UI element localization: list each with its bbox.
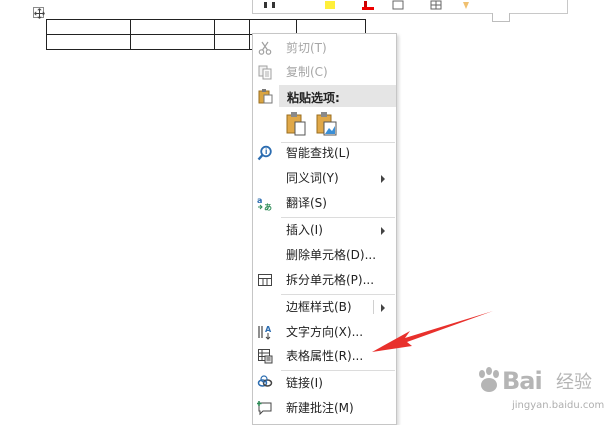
mini-toolbar: [252, 0, 568, 14]
table-insert-icon[interactable]: [429, 0, 443, 10]
menu-item-new-comment[interactable]: 新建批注(M): [253, 397, 396, 419]
menu-item-synonyms[interactable]: 同义词(Y): [253, 167, 396, 189]
paw-logo-icon: [479, 367, 499, 392]
text-direction-icon: A: [258, 325, 272, 340]
watermark-brand: Bai: [502, 367, 543, 395]
copy-icon: [258, 65, 272, 80]
split-cells-icon: [258, 274, 272, 286]
highlight-icon[interactable]: [323, 0, 337, 10]
table-cell[interactable]: [130, 19, 215, 35]
watermark-url: jingyan.baidu.com: [512, 400, 605, 411]
menu-item-label: 插入(I): [286, 223, 323, 237]
menu-item-delete-cells[interactable]: 删除单元格(D)...: [253, 244, 396, 266]
table-cell[interactable]: [46, 34, 131, 50]
menu-item-label: 复制(C): [286, 65, 328, 79]
menu-item-split-cells[interactable]: 拆分单元格(P)...: [253, 269, 396, 291]
scroll-indicator: [492, 13, 510, 22]
menu-item-text-direction[interactable]: A 文字方向(X)...: [253, 321, 396, 343]
comment-icon: [257, 401, 272, 416]
context-menu: 剪切(T) 复制(C) 粘贴选项: i 智能查找(L) 同义词(Y) a あ 翻…: [252, 33, 397, 425]
clipboard-icon: [258, 89, 273, 104]
submenu-arrow-icon: [381, 175, 385, 183]
menu-item-label: 剪切(T): [286, 41, 327, 55]
svg-text:a: a: [257, 196, 262, 205]
paste-options-header: 粘贴选项:: [279, 85, 396, 107]
paste-keep-text-icon[interactable]: [285, 111, 307, 137]
styles-icon[interactable]: [391, 0, 405, 10]
table-cell[interactable]: [46, 19, 131, 35]
paste-picture-icon[interactable]: [315, 111, 337, 137]
search-icon: i: [257, 145, 272, 161]
table-properties-icon: [258, 349, 273, 364]
link-icon: [257, 375, 273, 387]
menu-item-copy[interactable]: 复制(C): [253, 61, 396, 83]
split-divider: [373, 300, 374, 314]
menu-item-table-properties[interactable]: 表格属性(R)...: [253, 345, 396, 367]
menu-item-label: 文字方向(X)...: [286, 325, 364, 339]
menu-separator: [281, 217, 395, 218]
scissors-icon: [258, 41, 272, 55]
submenu-arrow-icon: [381, 227, 385, 235]
menu-item-smart-lookup[interactable]: i 智能查找(L): [253, 142, 396, 164]
menu-item-label: 拆分单元格(P)...: [286, 273, 375, 287]
shading-icon[interactable]: [459, 0, 473, 10]
svg-text:あ: あ: [264, 203, 272, 211]
menu-item-label: 删除单元格(D)...: [286, 248, 377, 262]
menu-item-cut[interactable]: 剪切(T): [253, 37, 396, 59]
baidu-watermark: Bai 经验 jingyan.baidu.com: [474, 362, 604, 418]
menu-item-link[interactable]: 链接(I): [253, 372, 396, 394]
menu-item-translate[interactable]: a あ 翻译(S): [253, 192, 396, 214]
menu-item-border-styles[interactable]: 边框样式(B): [253, 296, 396, 318]
menu-item-label: 翻译(S): [286, 196, 327, 210]
menu-separator: [281, 370, 395, 371]
font-color-icon[interactable]: [361, 0, 375, 10]
table-move-handle[interactable]: [33, 7, 45, 19]
svg-text:i: i: [265, 148, 267, 156]
menu-item-label: 表格属性(R)...: [286, 349, 364, 363]
menu-item-label: 新建批注(M): [286, 401, 354, 415]
menu-item-label: 同义词(Y): [286, 171, 339, 185]
menu-separator: [281, 294, 395, 295]
svg-text:A: A: [265, 325, 272, 334]
menu-item-label: 边框样式(B): [286, 300, 352, 314]
table-cell[interactable]: [130, 34, 215, 50]
table-cell[interactable]: [214, 34, 250, 50]
menu-item-label: 智能查找(L): [286, 146, 351, 160]
menu-item-label: 链接(I): [286, 376, 323, 390]
submenu-arrow-icon[interactable]: [381, 304, 385, 312]
translate-icon: a あ: [257, 196, 272, 211]
menu-item-insert[interactable]: 插入(I): [253, 219, 396, 241]
table-cell[interactable]: [214, 19, 250, 35]
toolbar-format-icon[interactable]: [263, 0, 277, 10]
paste-options-label: 粘贴选项:: [287, 91, 340, 105]
watermark-cn: 经验: [556, 372, 592, 393]
